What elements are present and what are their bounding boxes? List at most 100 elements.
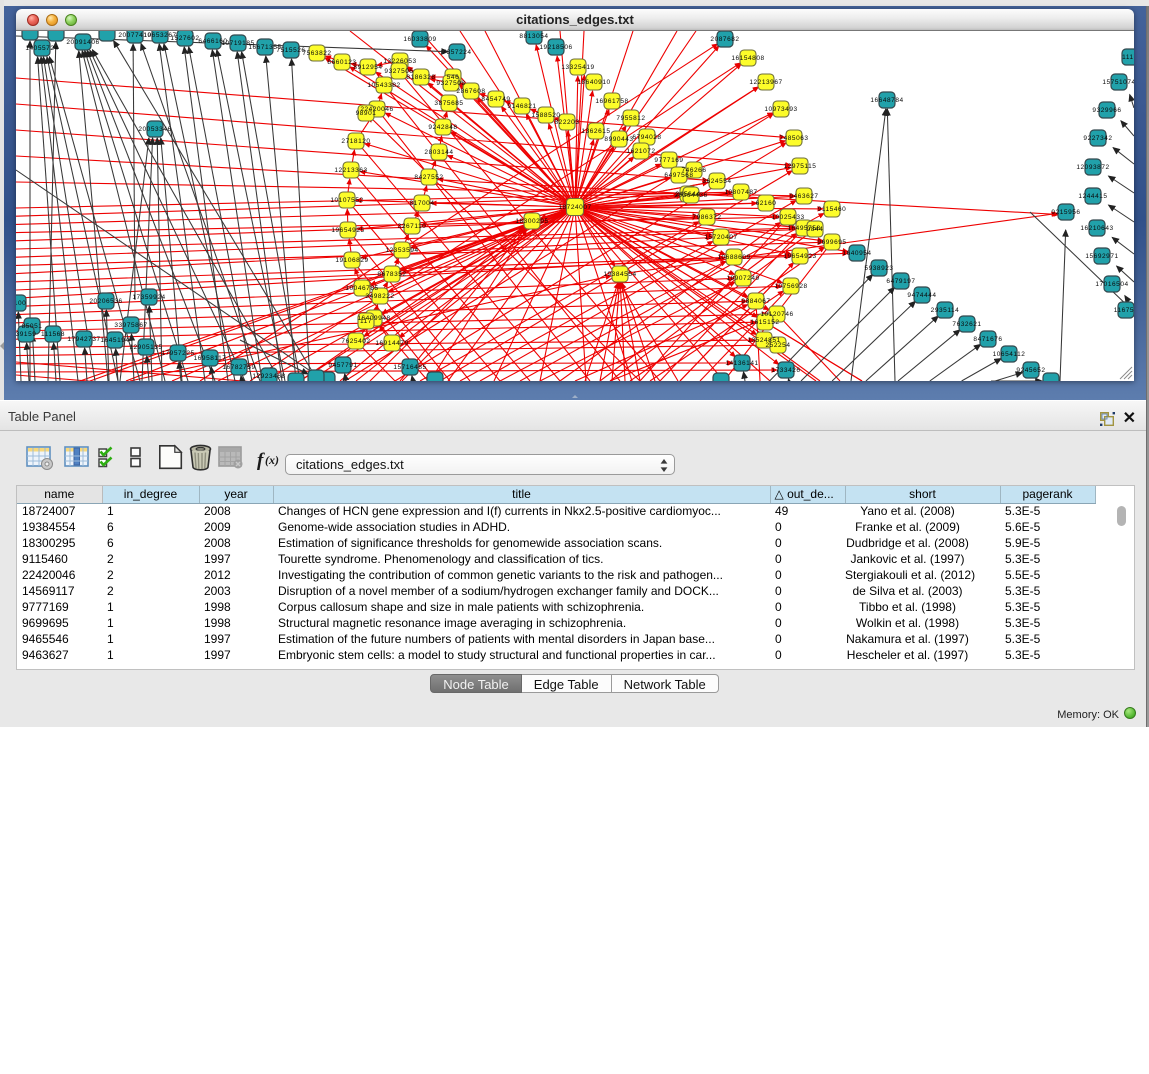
svg-text:10120746: 10120746 bbox=[760, 311, 793, 318]
svg-text:16961758: 16961758 bbox=[595, 98, 628, 105]
svg-text:1640954: 1640954 bbox=[842, 250, 871, 257]
svg-text:20206536: 20206536 bbox=[89, 298, 122, 305]
svg-text:2803144: 2803144 bbox=[424, 149, 453, 156]
svg-text:9457791: 9457791 bbox=[328, 362, 357, 369]
svg-text:1244415: 1244415 bbox=[1078, 193, 1107, 200]
svg-text:9474444: 9474444 bbox=[907, 292, 936, 299]
svg-text:18300295: 18300295 bbox=[515, 218, 548, 225]
svg-text:16914479: 16914479 bbox=[375, 340, 408, 347]
svg-text:6794028: 6794028 bbox=[632, 134, 661, 141]
svg-text:6479197: 6479197 bbox=[886, 278, 915, 285]
svg-text:8427552: 8427552 bbox=[414, 174, 443, 181]
svg-text:12905135: 12905135 bbox=[129, 344, 162, 351]
svg-text:3267110: 3267110 bbox=[398, 223, 427, 230]
svg-text:62160: 62160 bbox=[756, 200, 777, 207]
svg-text:1117: 1117 bbox=[1122, 54, 1134, 61]
svg-text:8454749: 8454749 bbox=[481, 96, 510, 103]
svg-text:16648784: 16648784 bbox=[870, 97, 903, 104]
svg-text:16782759: 16782759 bbox=[222, 364, 255, 371]
svg-text:8813054: 8813054 bbox=[519, 33, 548, 40]
svg-text:10756928: 10756928 bbox=[774, 283, 807, 290]
svg-text:5938923: 5938923 bbox=[864, 265, 893, 272]
svg-text:12923468: 12923468 bbox=[252, 373, 285, 380]
svg-text:1527602: 1527602 bbox=[170, 35, 199, 42]
svg-text:7632621: 7632621 bbox=[952, 321, 981, 328]
svg-text:14055724: 14055724 bbox=[25, 45, 58, 52]
svg-text:817004: 817004 bbox=[410, 200, 435, 207]
svg-text:2718120: 2718120 bbox=[341, 138, 370, 145]
svg-text:2087682: 2087682 bbox=[710, 36, 739, 43]
svg-text:8186328: 8186328 bbox=[406, 74, 435, 81]
svg-text:7357224: 7357224 bbox=[442, 49, 471, 56]
svg-text:17359924: 17359924 bbox=[132, 294, 165, 301]
svg-text:33975867: 33975867 bbox=[114, 322, 147, 329]
svg-text:8471676: 8471676 bbox=[973, 336, 1002, 343]
svg-text:10807487: 10807487 bbox=[724, 189, 757, 196]
svg-text:9242848: 9242848 bbox=[428, 124, 457, 131]
svg-text:16154808: 16154808 bbox=[731, 55, 764, 62]
svg-text:8660123: 8660123 bbox=[327, 59, 356, 66]
svg-text:116753: 116753 bbox=[1114, 307, 1134, 314]
svg-text:17016504: 17016504 bbox=[1095, 281, 1128, 288]
svg-text:7485063: 7485063 bbox=[779, 135, 808, 142]
svg-text:15716485: 15716485 bbox=[393, 364, 426, 371]
svg-text:9327508: 9327508 bbox=[436, 80, 465, 87]
svg-text:252254: 252254 bbox=[766, 342, 791, 349]
svg-text:3498222: 3498222 bbox=[365, 293, 394, 300]
svg-text:1588520: 1588520 bbox=[531, 112, 560, 119]
svg-text:822203: 822203 bbox=[555, 119, 580, 126]
svg-text:16033809: 16033809 bbox=[403, 36, 436, 43]
svg-text:6497568: 6497568 bbox=[664, 172, 693, 179]
svg-text:9844: 9844 bbox=[807, 226, 824, 233]
svg-text:10973493: 10973493 bbox=[764, 106, 797, 113]
svg-text:18907249: 18907249 bbox=[726, 275, 759, 282]
svg-text:1645194: 1645194 bbox=[100, 337, 129, 344]
svg-text:9884067: 9884067 bbox=[741, 298, 770, 305]
svg-text:7625402: 7625402 bbox=[341, 338, 370, 345]
svg-text:19654925: 19654925 bbox=[331, 227, 364, 234]
svg-text:18724007: 18724007 bbox=[558, 204, 591, 211]
svg-text:10543382: 10543382 bbox=[367, 82, 400, 89]
svg-text:98901: 98901 bbox=[356, 110, 377, 117]
svg-text:15720407: 15720407 bbox=[704, 234, 737, 241]
svg-text:14136141: 14136141 bbox=[725, 360, 758, 367]
svg-text:f: f bbox=[257, 450, 265, 471]
svg-text:19106829: 19106829 bbox=[335, 257, 368, 264]
svg-text:15751074: 15751074 bbox=[1102, 79, 1134, 86]
svg-text:13325419: 13325419 bbox=[561, 64, 594, 71]
svg-text:12093872: 12093872 bbox=[1076, 164, 1109, 171]
svg-text:12353594: 12353594 bbox=[385, 247, 418, 254]
svg-text:9100: 9100 bbox=[16, 300, 26, 307]
svg-text:9699695: 9699695 bbox=[817, 239, 846, 246]
svg-text:10046785: 10046785 bbox=[345, 285, 378, 292]
svg-text:7986372: 7986372 bbox=[692, 214, 721, 221]
svg-text:7955812: 7955812 bbox=[616, 115, 645, 122]
svg-text:17942737: 17942737 bbox=[67, 336, 100, 343]
svg-text:20364436: 20364436 bbox=[674, 192, 707, 199]
svg-text:19654923: 19654923 bbox=[783, 253, 816, 260]
svg-text:111568: 111568 bbox=[41, 331, 65, 338]
svg-text:9115460: 9115460 bbox=[818, 206, 847, 213]
svg-text:12213363: 12213363 bbox=[334, 167, 367, 174]
svg-text:20091406: 20091406 bbox=[66, 39, 99, 46]
svg-text:17957225: 17957225 bbox=[161, 350, 194, 357]
svg-text:13226053: 13226053 bbox=[383, 58, 416, 65]
svg-text:9777169: 9777169 bbox=[654, 157, 683, 164]
svg-text:3875685: 3875685 bbox=[434, 100, 463, 107]
svg-text:19384554: 19384554 bbox=[603, 271, 636, 278]
svg-text:10688609: 10688609 bbox=[717, 254, 750, 261]
svg-text:18640910: 18640910 bbox=[577, 79, 610, 86]
svg-text:12213967: 12213967 bbox=[749, 79, 782, 86]
svg-text:9329966: 9329966 bbox=[1092, 107, 1121, 114]
svg-text:39159: 39159 bbox=[16, 331, 36, 338]
svg-text:2935114: 2935114 bbox=[931, 307, 960, 314]
svg-text:8678352: 8678352 bbox=[377, 271, 406, 278]
svg-text:16210643: 16210643 bbox=[1080, 225, 1113, 232]
svg-text:9215956: 9215956 bbox=[1051, 209, 1080, 216]
svg-text:7515526: 7515526 bbox=[276, 47, 305, 54]
svg-text:7563822: 7563822 bbox=[302, 50, 331, 57]
svg-text:1733426: 1733426 bbox=[771, 367, 800, 374]
svg-text:16958117: 16958117 bbox=[194, 355, 227, 362]
svg-text:19218506: 19218506 bbox=[539, 44, 572, 51]
svg-text:2867608: 2867608 bbox=[456, 88, 485, 95]
